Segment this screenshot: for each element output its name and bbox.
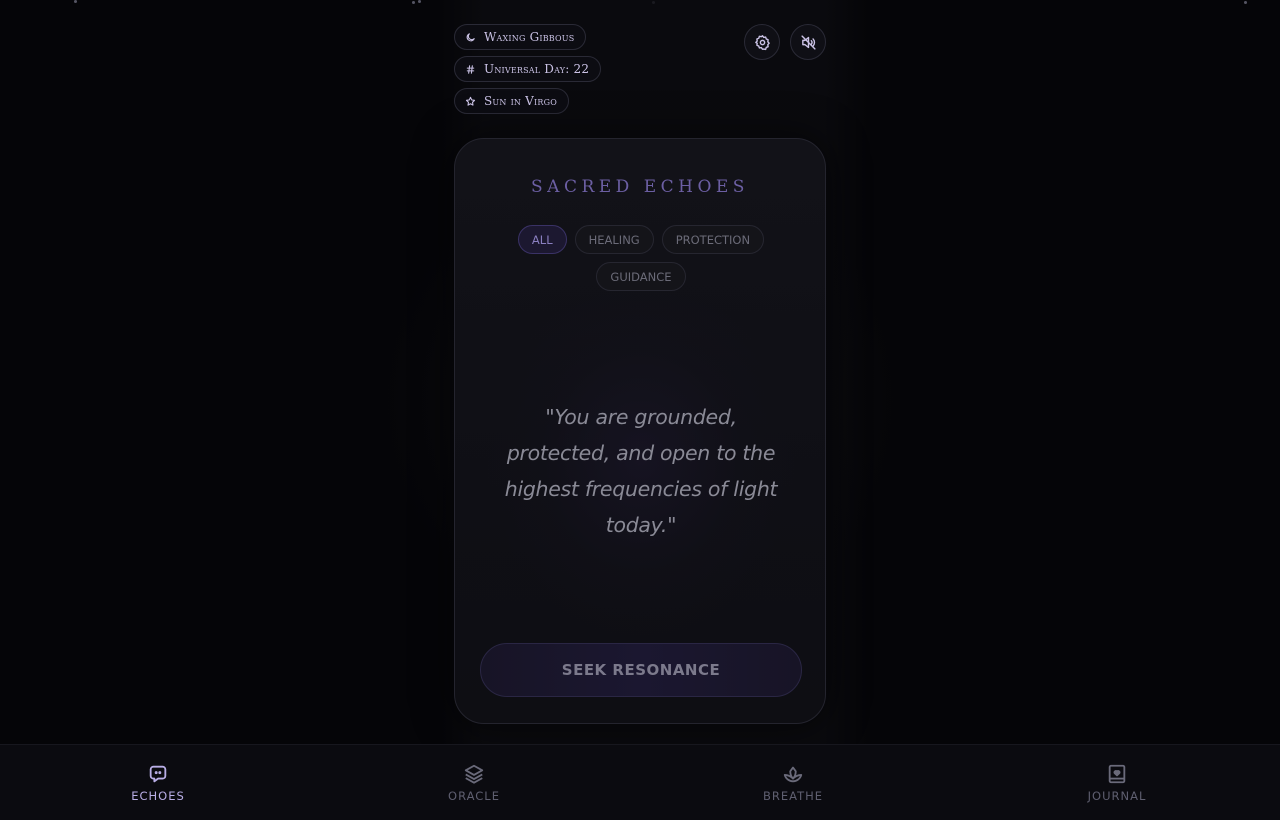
filter-healing[interactable]: HEALING: [574, 225, 654, 254]
bottom-navigation: ECHOES ORACLE BREATHE JOURNAL: [0, 744, 1280, 820]
nav-label-oracle: ORACLE: [448, 789, 500, 803]
nav-item-breathe[interactable]: BREATHE: [733, 745, 853, 820]
journal-icon: [1108, 764, 1126, 784]
filter-protection[interactable]: PROTECTION: [661, 225, 765, 254]
nav-label-echoes: ECHOES: [131, 789, 185, 803]
moon-phase-label: Waxing Gibbous: [484, 30, 575, 44]
cosmic-info-chips: Waxing Gibbous Universal Day: 22 Sun in …: [454, 24, 602, 114]
settings-icon: [754, 34, 770, 50]
filter-all[interactable]: ALL: [517, 225, 567, 254]
universal-day-label: Universal Day: 22: [484, 62, 590, 76]
lotus-icon: [783, 766, 803, 783]
moon-phase-chip: Waxing Gibbous: [454, 24, 587, 50]
category-filters: ALL HEALING PROTECTION GUIDANCE: [485, 225, 797, 291]
chat-icon: [149, 765, 167, 783]
sound-off-icon: [800, 34, 816, 50]
filter-guidance[interactable]: GUIDANCE: [596, 262, 686, 291]
moon-icon: [466, 32, 475, 41]
layers-icon: [464, 764, 484, 784]
hash-icon: [466, 64, 475, 74]
mute-button[interactable]: [790, 24, 826, 60]
sun-sign-label: Sun in Virgo: [484, 94, 557, 108]
echoes-card: SACRED ECHOES ALL HEALING PROTECTION GUI…: [454, 138, 826, 724]
sun-sign-chip: Sun in Virgo: [454, 88, 569, 114]
nav-item-echoes[interactable]: ECHOES: [98, 745, 218, 820]
affirmation-quote: "You are grounded, protected, and open t…: [504, 405, 778, 537]
nav-label-journal: JOURNAL: [1087, 789, 1147, 803]
settings-button[interactable]: [744, 24, 780, 60]
nav-item-oracle[interactable]: ORACLE: [414, 745, 534, 820]
universal-day-chip: Universal Day: 22: [454, 56, 602, 82]
nav-label-breathe: BREATHE: [762, 789, 824, 803]
star-icon: [465, 96, 476, 106]
nav-item-journal[interactable]: JOURNAL: [1057, 745, 1177, 820]
seek-resonance-button[interactable]: SEEK RESONANCE: [480, 643, 802, 697]
card-title: SACRED ECHOES: [531, 177, 749, 197]
